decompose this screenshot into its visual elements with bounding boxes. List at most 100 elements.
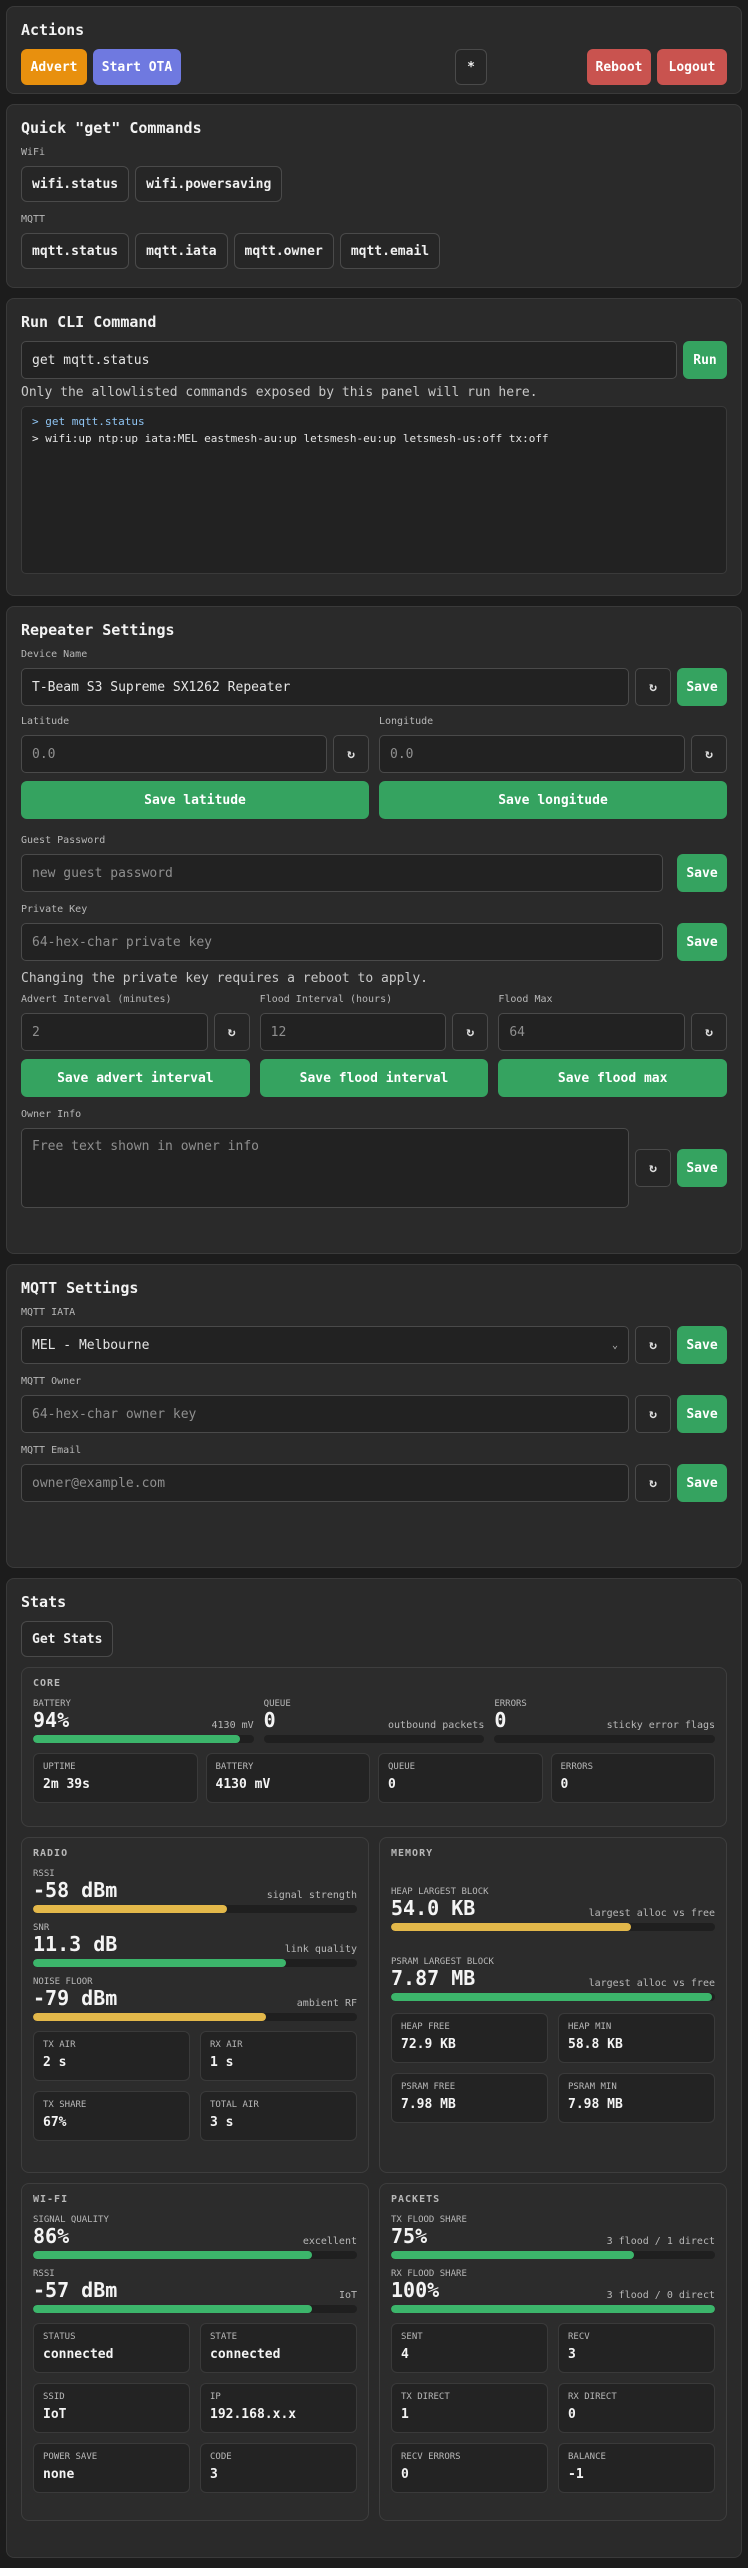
- flood-max-input[interactable]: 64: [498, 1013, 686, 1051]
- mqtt-owner-save-button[interactable]: Save: [677, 1395, 727, 1433]
- owner-info-textarea[interactable]: Free text shown in owner info: [21, 1128, 629, 1208]
- memory-tile: PSRAM MIN 7.98 MB: [558, 2073, 715, 2123]
- memory-tile-label: PSRAM FREE: [401, 2082, 456, 2092]
- memory-tile-value: 7.98 MB: [401, 2097, 456, 2112]
- packets-tile-label: TX DIRECT: [401, 2392, 450, 2402]
- wifi-tile: CODE 3: [200, 2443, 357, 2493]
- device-name-input[interactable]: T-Beam S3 Supreme SX1262 Repeater: [21, 668, 629, 706]
- cmd-mqtt-email-button[interactable]: mqtt.email: [339, 233, 441, 269]
- device-name-save-button[interactable]: Save: [677, 668, 727, 706]
- cmd-wifi-powersaving-button[interactable]: wifi.powersaving: [135, 166, 283, 202]
- packets-rx-value: 100%: [391, 2278, 440, 2302]
- longitude-input[interactable]: 0.0: [379, 735, 685, 773]
- cli-input[interactable]: get mqtt.status: [21, 341, 677, 379]
- packets-tile-value: -1: [568, 2467, 584, 2482]
- packets-card: PACKETS TX FLOOD SHARE 75% 3 flood / 1 di…: [379, 2183, 727, 2521]
- radio-tile-value: 2 s: [43, 2055, 67, 2070]
- save-flood-interval-button[interactable]: Save flood interval: [259, 1059, 489, 1097]
- save-latitude-button[interactable]: Save latitude: [21, 781, 369, 819]
- run-button[interactable]: Run: [683, 341, 727, 379]
- owner-info-refresh-icon[interactable]: ↻: [635, 1149, 671, 1187]
- mqtt-iata-selected: MEL - Melbourne: [32, 1337, 150, 1353]
- core-tile-value: 0: [560, 1777, 569, 1792]
- flood-max-label: Flood Max: [498, 994, 553, 1005]
- device-name-refresh-icon[interactable]: ↻: [635, 668, 671, 706]
- save-flood-max-button[interactable]: Save flood max: [498, 1059, 728, 1097]
- get-stats-button[interactable]: Get Stats: [21, 1621, 114, 1657]
- packets-rx-hint: 3 flood / 0 direct: [606, 2290, 715, 2301]
- mqtt-email-save-button[interactable]: Save: [677, 1464, 727, 1502]
- wifi-rssi-value: -57 dBm: [33, 2278, 118, 2302]
- latitude-refresh-icon[interactable]: ↻: [333, 735, 369, 773]
- wifi-tile-label: STATE: [210, 2332, 238, 2342]
- mqtt-email-refresh-icon[interactable]: ↻: [635, 1464, 671, 1502]
- core-battery-metric: BATTERY 94% 4130 mV: [33, 1699, 254, 1743]
- memory-heap-metric: HEAP LARGEST BLOCK 54.0 KB largest alloc …: [391, 1887, 715, 1931]
- save-longitude-button[interactable]: Save longitude: [379, 781, 727, 819]
- latitude-input[interactable]: 0.0: [21, 735, 327, 773]
- owner-info-save-button[interactable]: Save: [677, 1149, 727, 1187]
- cmd-mqtt-owner-button[interactable]: mqtt.owner: [233, 233, 334, 269]
- packets-tx-value: 75%: [391, 2224, 428, 2248]
- star-button[interactable]: *: [455, 49, 487, 85]
- flood-interval-input[interactable]: 12: [259, 1013, 447, 1051]
- wifi-tile-value: none: [43, 2467, 75, 2482]
- flood-max-refresh-icon[interactable]: ↻: [691, 1013, 728, 1051]
- wifi-tile: POWER SAVE none: [33, 2443, 190, 2493]
- longitude-refresh-icon[interactable]: ↻: [691, 735, 727, 773]
- packets-tile-value: 0: [568, 2407, 576, 2422]
- private-key-label: Private Key: [21, 904, 88, 915]
- advert-interval-input[interactable]: 2: [21, 1013, 208, 1051]
- core-tile: BATTERY 4130 mV: [205, 1753, 370, 1803]
- core-queue-metric: QUEUE 0 outbound packets: [263, 1699, 485, 1743]
- core-tile: UPTIME 2m 39s: [33, 1753, 198, 1803]
- cmd-mqtt-status-button[interactable]: mqtt.status: [21, 233, 130, 269]
- advert-button[interactable]: Advert: [21, 49, 87, 85]
- radio-tile-value: 67%: [43, 2115, 67, 2130]
- core-queue-hint: outbound packets: [388, 1720, 485, 1731]
- packets-tile-label: SENT: [401, 2332, 423, 2342]
- radio-rssi-metric: RSSI -58 dBm signal strength: [33, 1869, 357, 1913]
- save-advert-interval-button[interactable]: Save advert interval: [21, 1059, 250, 1097]
- start-ota-button[interactable]: Start OTA: [93, 49, 181, 85]
- cmd-mqtt-iata-button[interactable]: mqtt.iata: [135, 233, 228, 269]
- mqtt-iata-select[interactable]: MEL - Melbourne ⌄: [21, 1326, 629, 1364]
- private-key-save-button[interactable]: Save: [677, 923, 727, 961]
- core-card: CORE BATTERY 94% 4130 mV QUEUE 0 outboun…: [21, 1667, 727, 1827]
- advert-interval-refresh-icon[interactable]: ↻: [213, 1013, 250, 1051]
- cli-panel: Run CLI Command get mqtt.status Run Only…: [6, 298, 742, 596]
- memory-tile-label: PSRAM MIN: [568, 2082, 617, 2092]
- radio-title: RADIO: [33, 1848, 69, 1859]
- wifi-signal-bar-fill: [33, 2251, 312, 2259]
- wifi-tile-label: STATUS: [43, 2332, 76, 2342]
- memory-tile-value: 72.9 KB: [401, 2037, 456, 2052]
- radio-snr-hint: link quality: [284, 1944, 357, 1955]
- guest-password-save-button[interactable]: Save: [677, 854, 727, 892]
- wifi-tile-value: connected: [210, 2347, 281, 2362]
- wifi-signal-value: 86%: [33, 2224, 70, 2248]
- core-errors-hint: sticky error flags: [606, 1720, 716, 1731]
- core-tile-label: BATTERY: [215, 1762, 254, 1772]
- packets-tx-metric: TX FLOOD SHARE 75% 3 flood / 1 direct: [391, 2215, 715, 2259]
- radio-rssi-hint: signal strength: [266, 1890, 357, 1901]
- cmd-wifi-status-button[interactable]: wifi.status: [21, 166, 130, 202]
- guest-password-input[interactable]: new guest password: [21, 854, 663, 892]
- mqtt-owner-input[interactable]: 64-hex-char owner key: [21, 1395, 629, 1433]
- memory-tile: HEAP FREE 72.9 KB: [391, 2013, 548, 2063]
- core-title: CORE: [33, 1678, 62, 1689]
- memory-tile-label: HEAP FREE: [401, 2022, 450, 2032]
- memory-heap-hint: largest alloc vs free: [588, 1908, 715, 1919]
- radio-snr-bar: [33, 1959, 357, 1967]
- mqtt-owner-refresh-icon[interactable]: ↻: [635, 1395, 671, 1433]
- mqtt-iata-save-button[interactable]: Save: [677, 1326, 727, 1364]
- wifi-tile-label: POWER SAVE: [43, 2452, 98, 2462]
- cli-note: Only the allowlisted commands exposed by…: [21, 385, 538, 400]
- memory-tile: PSRAM FREE 7.98 MB: [391, 2073, 548, 2123]
- reboot-button[interactable]: Reboot: [587, 49, 651, 85]
- wifi-tile: STATUS connected: [33, 2323, 190, 2373]
- logout-button[interactable]: Logout: [657, 49, 727, 85]
- mqtt-email-input[interactable]: owner@example.com: [21, 1464, 629, 1502]
- mqtt-iata-refresh-icon[interactable]: ↻: [635, 1326, 671, 1364]
- private-key-input[interactable]: 64-hex-char private key: [21, 923, 663, 961]
- flood-interval-refresh-icon[interactable]: ↻: [452, 1013, 489, 1051]
